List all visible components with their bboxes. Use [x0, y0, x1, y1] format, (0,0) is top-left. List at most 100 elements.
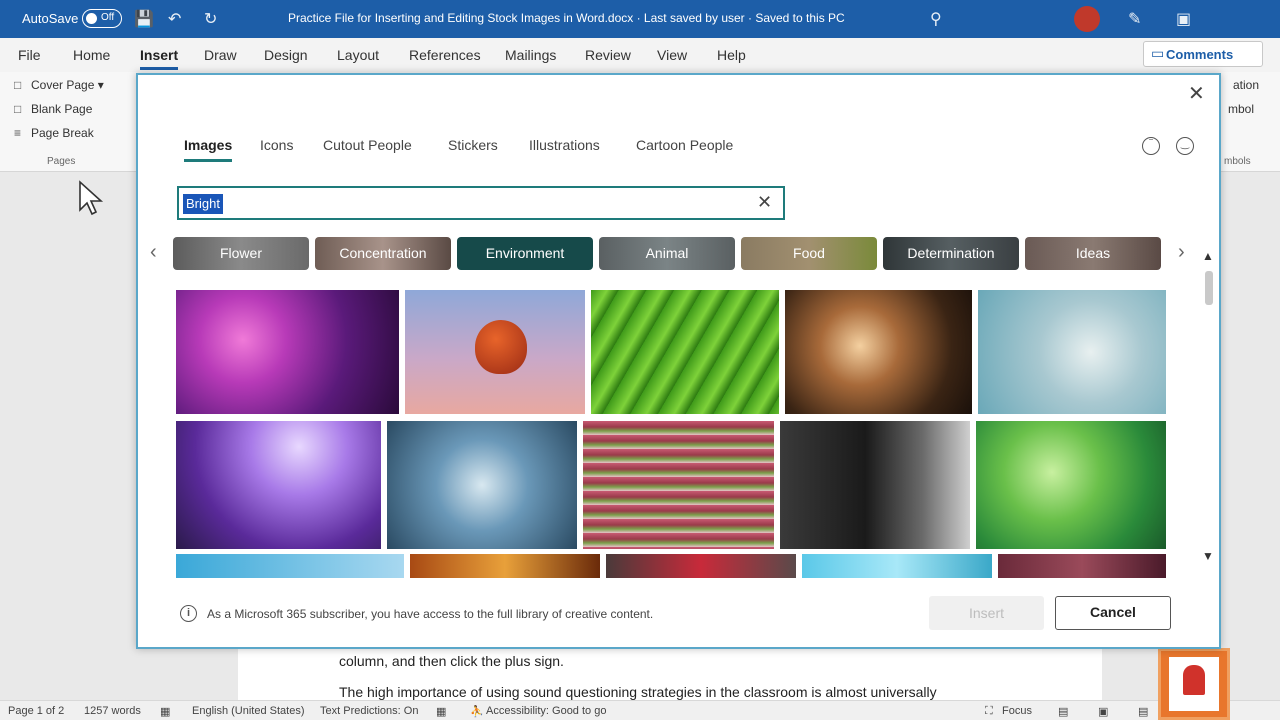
tab-icons[interactable]: Icons: [260, 137, 293, 153]
read-mode-icon[interactable]: ▤: [1058, 705, 1068, 718]
search-icon[interactable]: ⚲: [930, 9, 942, 29]
image-row3-5[interactable]: [998, 554, 1166, 578]
tab-view[interactable]: View: [657, 47, 687, 63]
image-concert-microphone[interactable]: [176, 421, 381, 549]
cancel-button[interactable]: Cancel: [1055, 596, 1171, 630]
tab-images[interactable]: Images: [184, 137, 233, 162]
logo-figure-icon: [1183, 665, 1205, 695]
tab-help[interactable]: Help: [717, 47, 746, 63]
image-row3-3[interactable]: [606, 554, 796, 578]
tab-layout[interactable]: Layout: [337, 47, 379, 63]
tab-home[interactable]: Home: [73, 47, 110, 63]
avatar[interactable]: [1074, 6, 1100, 32]
image-row3-4[interactable]: [802, 554, 992, 578]
page-break-label: Page Break: [31, 126, 94, 140]
insert-button[interactable]: Insert: [929, 596, 1044, 630]
page-break-icon: ≡: [14, 126, 22, 140]
ribbon-display-icon[interactable]: ▣: [1176, 9, 1191, 29]
cover-page-icon: □: [14, 78, 22, 92]
chip-flower[interactable]: Flower: [173, 237, 309, 270]
cover-page-label: Cover Page: [31, 78, 95, 92]
redo-icon[interactable]: ↻: [204, 9, 217, 29]
save-icon[interactable]: 💾: [134, 9, 154, 29]
document-title: Practice File for Inserting and Editing …: [288, 11, 845, 25]
print-layout-icon[interactable]: ▣: [1098, 705, 1108, 718]
autosave-label: AutoSave: [22, 11, 79, 26]
tab-review[interactable]: Review: [585, 47, 631, 63]
channel-logo: [1158, 648, 1230, 720]
chip-concentration[interactable]: Concentration: [315, 237, 451, 270]
smile-feedback-icon[interactable]: ‾: [1142, 137, 1160, 155]
tab-cutout-people[interactable]: Cutout People: [323, 137, 412, 153]
search-box[interactable]: Bright ✕: [177, 186, 785, 220]
stock-images-dialog: ✕ Images Icons Cutout People Stickers Il…: [136, 73, 1221, 649]
page-break-button[interactable]: ≡ Page Break: [14, 126, 94, 140]
tab-insert[interactable]: Insert: [140, 47, 179, 70]
focus-icon: ⛶: [985, 705, 993, 717]
image-row3-2[interactable]: [410, 554, 600, 578]
toggle-state: Off: [101, 12, 115, 23]
image-abstract-stripes[interactable]: [583, 421, 774, 549]
image-row3-1[interactable]: [176, 554, 404, 578]
chip-determination[interactable]: Determination: [883, 237, 1019, 270]
web-layout-icon[interactable]: ▤: [1138, 705, 1148, 718]
page-count[interactable]: Page 1 of 2: [8, 705, 64, 717]
chip-food[interactable]: Food: [741, 237, 877, 270]
word-count[interactable]: 1257 words: [84, 705, 141, 717]
subscriber-info-text: As a Microsoft 365 subscriber, you have …: [207, 607, 654, 621]
logo-inner: [1169, 657, 1219, 711]
image-hot-air-balloon[interactable]: [405, 290, 585, 414]
close-icon[interactable]: ✕: [1188, 81, 1205, 106]
chevron-right-icon[interactable]: ›: [1178, 241, 1185, 264]
mouse-cursor-icon: [79, 180, 104, 216]
tab-draw[interactable]: Draw: [204, 47, 237, 63]
image-sunbeam-clouds[interactable]: [387, 421, 577, 549]
tab-stickers[interactable]: Stickers: [448, 137, 498, 153]
chip-animal[interactable]: Animal: [599, 237, 735, 270]
proofing-icon[interactable]: ▦: [160, 705, 170, 718]
scroll-thumb[interactable]: [1205, 271, 1213, 305]
image-green-sprouts[interactable]: [976, 421, 1166, 549]
blank-page-icon: □: [14, 102, 22, 116]
undo-icon[interactable]: ↶: [168, 9, 181, 29]
autosave-toggle[interactable]: Off: [82, 9, 122, 28]
accessibility-status[interactable]: Accessibility: Good to go: [486, 705, 606, 717]
image-light-bulb[interactable]: [785, 290, 972, 414]
ribbon-tabs: File Home Insert Draw Design Layout Refe…: [0, 38, 1280, 72]
text-predictions[interactable]: Text Predictions: On: [320, 705, 418, 717]
pages-group-label: Pages: [47, 156, 76, 167]
ribbon-partial-1: ation: [1233, 78, 1260, 92]
focus-button[interactable]: Focus: [1002, 705, 1032, 717]
blank-page-label: Blank Page: [31, 102, 93, 116]
blank-page-button[interactable]: □ Blank Page: [14, 102, 92, 116]
balloon-shape: [475, 320, 527, 374]
tab-mailings[interactable]: Mailings: [505, 47, 556, 63]
pen-icon[interactable]: ✎: [1128, 9, 1141, 29]
scroll-down-icon[interactable]: ▼: [1202, 549, 1214, 563]
macro-icon[interactable]: ▦: [436, 705, 446, 718]
tab-design[interactable]: Design: [264, 47, 308, 63]
chip-environment[interactable]: Environment: [457, 237, 593, 270]
tab-cartoon-people[interactable]: Cartoon People: [636, 137, 733, 153]
clear-search-icon[interactable]: ✕: [757, 192, 772, 213]
frown-feedback-icon[interactable]: ‿: [1176, 137, 1194, 155]
search-input-selected-text[interactable]: Bright: [183, 194, 223, 214]
ribbon-partial-2: mbol: [1228, 102, 1255, 116]
info-icon: i: [180, 605, 197, 622]
comments-button[interactable]: Comments: [1143, 41, 1263, 67]
scroll-up-icon[interactable]: ▲: [1202, 249, 1214, 263]
chevron-left-icon[interactable]: ‹: [150, 241, 157, 264]
cover-page-button[interactable]: □ Cover Page ▾: [14, 78, 104, 92]
image-frost-plants[interactable]: [978, 290, 1166, 414]
image-purple-bokeh[interactable]: [176, 290, 399, 414]
image-woman-portrait[interactable]: [780, 421, 970, 549]
document-line-1: column, and then click the plus sign.: [339, 653, 564, 669]
language[interactable]: English (United States): [192, 705, 305, 717]
tab-references[interactable]: References: [409, 47, 481, 63]
accessibility-icon: ⛹: [470, 706, 484, 718]
tab-illustrations[interactable]: Illustrations: [529, 137, 600, 153]
tab-file[interactable]: File: [18, 47, 41, 63]
chip-ideas[interactable]: Ideas: [1025, 237, 1161, 270]
image-green-leaf[interactable]: [591, 290, 779, 414]
ribbon-partial-3: mbols: [1224, 156, 1251, 167]
